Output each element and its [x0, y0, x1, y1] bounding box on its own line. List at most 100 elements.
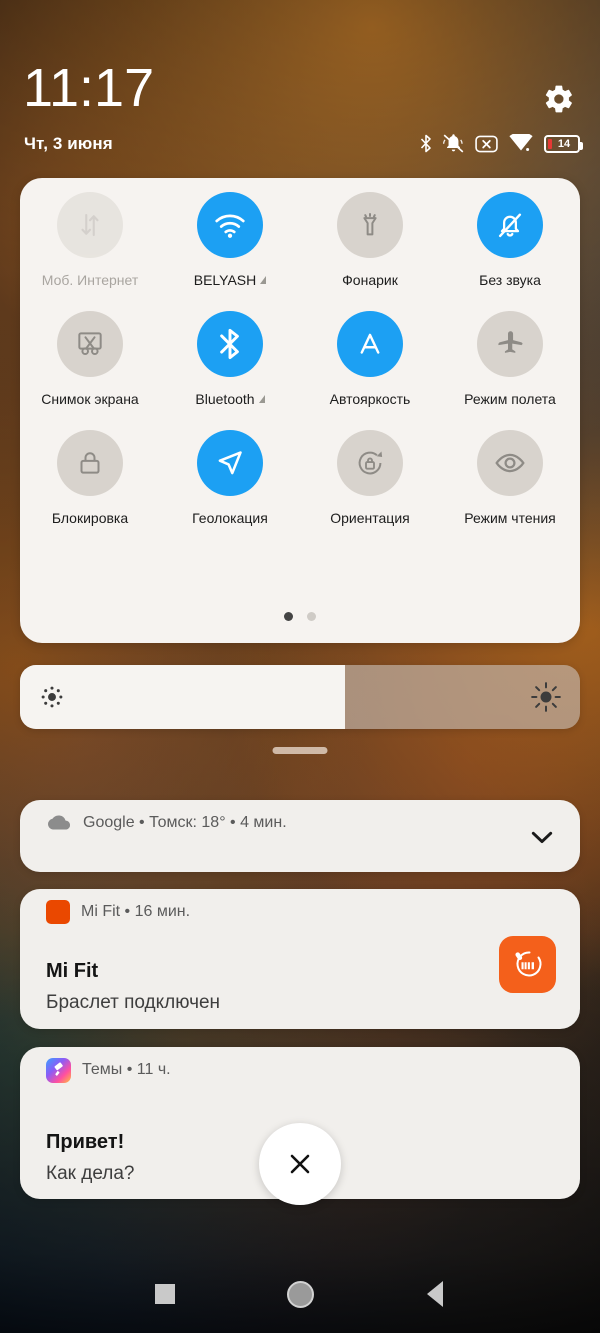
tile-label: Фонарик: [342, 272, 398, 288]
tile-label: Автояркость: [330, 391, 411, 407]
themes-small-icon: [46, 1057, 71, 1083]
tile-label: Моб. Интернет: [42, 272, 139, 288]
mobile-data-icon: [81, 213, 99, 237]
tile-label: Геолокация: [192, 510, 268, 526]
brightness-low-icon: [41, 686, 63, 708]
notification-header: Mi Fit • 16 мин.: [46, 889, 190, 935]
tile-label: Блокировка: [52, 510, 128, 526]
tile-circle: [337, 430, 403, 496]
tile-label-text: Режим чтения: [464, 510, 556, 526]
tile-label: Режим чтения: [464, 510, 556, 526]
battery-percent-label: 14: [557, 137, 571, 150]
tile-circle: [337, 192, 403, 258]
status-icons: 14: [420, 134, 583, 153]
tile-label: Снимок экрана: [41, 391, 138, 407]
notification-header-text: Mi Fit • 16 мин.: [81, 903, 191, 920]
chevron-expand-icon[interactable]: [260, 275, 267, 284]
bluetooth-icon: [420, 134, 431, 153]
tile-label: Режим полета: [464, 391, 556, 407]
qs-tile-bluetooth[interactable]: Bluetooth: [160, 311, 300, 407]
home-circle-icon: [286, 1280, 314, 1308]
recents-square-icon: [155, 1284, 175, 1304]
tile-label-text: Автояркость: [329, 391, 411, 407]
tile-circle: [477, 311, 543, 377]
notification-shade: 11:17 Чт, 3 июня 14 Моб. Интернет BELYAS…: [0, 0, 600, 1333]
shade-drag-handle[interactable]: [272, 747, 328, 754]
bell-off-icon: [498, 213, 522, 238]
tile-label-text: Геолокация: [192, 510, 268, 526]
page-dot-2[interactable]: [307, 612, 316, 621]
settings-gear-button[interactable]: [543, 83, 575, 115]
tile-circle: [57, 311, 123, 377]
qs-tile-orientation[interactable]: Ориентация: [300, 430, 440, 526]
notification-body: Браслет подключен: [46, 992, 221, 1013]
brightness-high-icon: [531, 682, 561, 712]
no-sim-icon: [475, 135, 498, 152]
tile-label-text: Режим полета: [464, 391, 556, 407]
qs-tile-airplane-mode[interactable]: Режим полета: [440, 311, 580, 407]
page-dot-1[interactable]: [284, 612, 293, 621]
location-arrow-icon: [218, 451, 242, 475]
mifit-app-icon: [499, 936, 556, 993]
gear-icon: [545, 85, 572, 113]
tile-label: Ориентация: [330, 510, 409, 526]
notification-title: Привет!: [46, 1131, 125, 1153]
tile-circle: [57, 430, 123, 496]
qs-tile-silent[interactable]: Без звука: [440, 192, 580, 288]
tile-label-text: Снимок экрана: [41, 391, 139, 407]
tile-circle: [477, 192, 543, 258]
battery-icon: 14: [544, 134, 583, 153]
qs-tile-auto-brightness[interactable]: Автояркость: [300, 311, 440, 407]
tile-circle: [197, 192, 263, 258]
notification-header-text: Темы • 11 ч.: [82, 1061, 171, 1078]
screenshot-icon: [78, 332, 102, 355]
eye-icon: [495, 453, 525, 473]
tile-label-text: Ориентация: [330, 510, 410, 526]
rotation-lock-icon: [358, 451, 383, 475]
vibrate-off-icon: [443, 134, 464, 153]
close-icon: [290, 1154, 310, 1174]
tile-label-text: Bluetooth: [195, 391, 255, 407]
nav-recents-button[interactable]: [105, 1255, 225, 1333]
tile-label-text: Без звука: [479, 272, 541, 288]
brightness-slider-fill: [20, 665, 345, 729]
back-triangle-icon: [427, 1281, 443, 1307]
navigation-bar: [0, 1255, 600, 1333]
auto-brightness-icon: [360, 333, 380, 354]
tile-label-text: Моб. Интернет: [41, 272, 139, 288]
qs-tile-lock[interactable]: Блокировка: [20, 430, 160, 526]
tile-label-text: Блокировка: [51, 510, 129, 526]
status-header: 11:17 Чт, 3 июня 14: [0, 0, 600, 175]
tile-circle: [337, 311, 403, 377]
brightness-slider[interactable]: [20, 665, 580, 729]
chevron-expand-icon[interactable]: [258, 394, 265, 403]
notification-mi-fit[interactable]: Mi Fit • 16 мин. Mi Fit Браслет подключе…: [20, 889, 580, 1029]
quick-settings-grid: Моб. Интернет BELYASH Фонарик Без звука …: [20, 192, 580, 526]
qs-tile-wifi[interactable]: BELYASH: [160, 192, 300, 288]
qs-tile-mobile-data[interactable]: Моб. Интернет: [20, 192, 160, 288]
quick-settings-panel: Моб. Интернет BELYASH Фонарик Без звука …: [20, 178, 580, 643]
notification-google-weather[interactable]: Google • Томск: 18° • 4 мин.: [20, 800, 580, 872]
tile-label: Bluetooth: [195, 391, 265, 407]
qs-tile-location[interactable]: Геолокация: [160, 430, 300, 526]
qs-page-indicator: [20, 612, 580, 621]
notification-expand-button[interactable]: [526, 821, 558, 858]
notification-body: Как дела?: [46, 1163, 135, 1184]
chevron-down-icon: [531, 831, 553, 843]
bluetooth-icon: [220, 328, 239, 360]
notification-title: Mi Fit: [46, 960, 99, 982]
lock-icon: [80, 452, 100, 474]
nav-home-button[interactable]: [240, 1255, 360, 1333]
notification-header: Google • Томск: 18° • 4 мин.: [46, 800, 287, 846]
mifit-icon: [514, 950, 541, 976]
qs-tile-reading-mode[interactable]: Режим чтения: [440, 430, 580, 526]
nav-back-button[interactable]: [375, 1255, 495, 1333]
date-label: Чт, 3 июня: [24, 134, 113, 153]
paint-roller-icon: [54, 1062, 63, 1076]
clear-all-notifications-button[interactable]: [259, 1123, 341, 1205]
qs-tile-flashlight[interactable]: Фонарик: [300, 192, 440, 288]
tile-label-text: Фонарик: [342, 272, 398, 288]
qs-tile-screenshot[interactable]: Снимок экрана: [20, 311, 160, 407]
tile-circle: [477, 430, 543, 496]
tile-circle: [57, 192, 123, 258]
